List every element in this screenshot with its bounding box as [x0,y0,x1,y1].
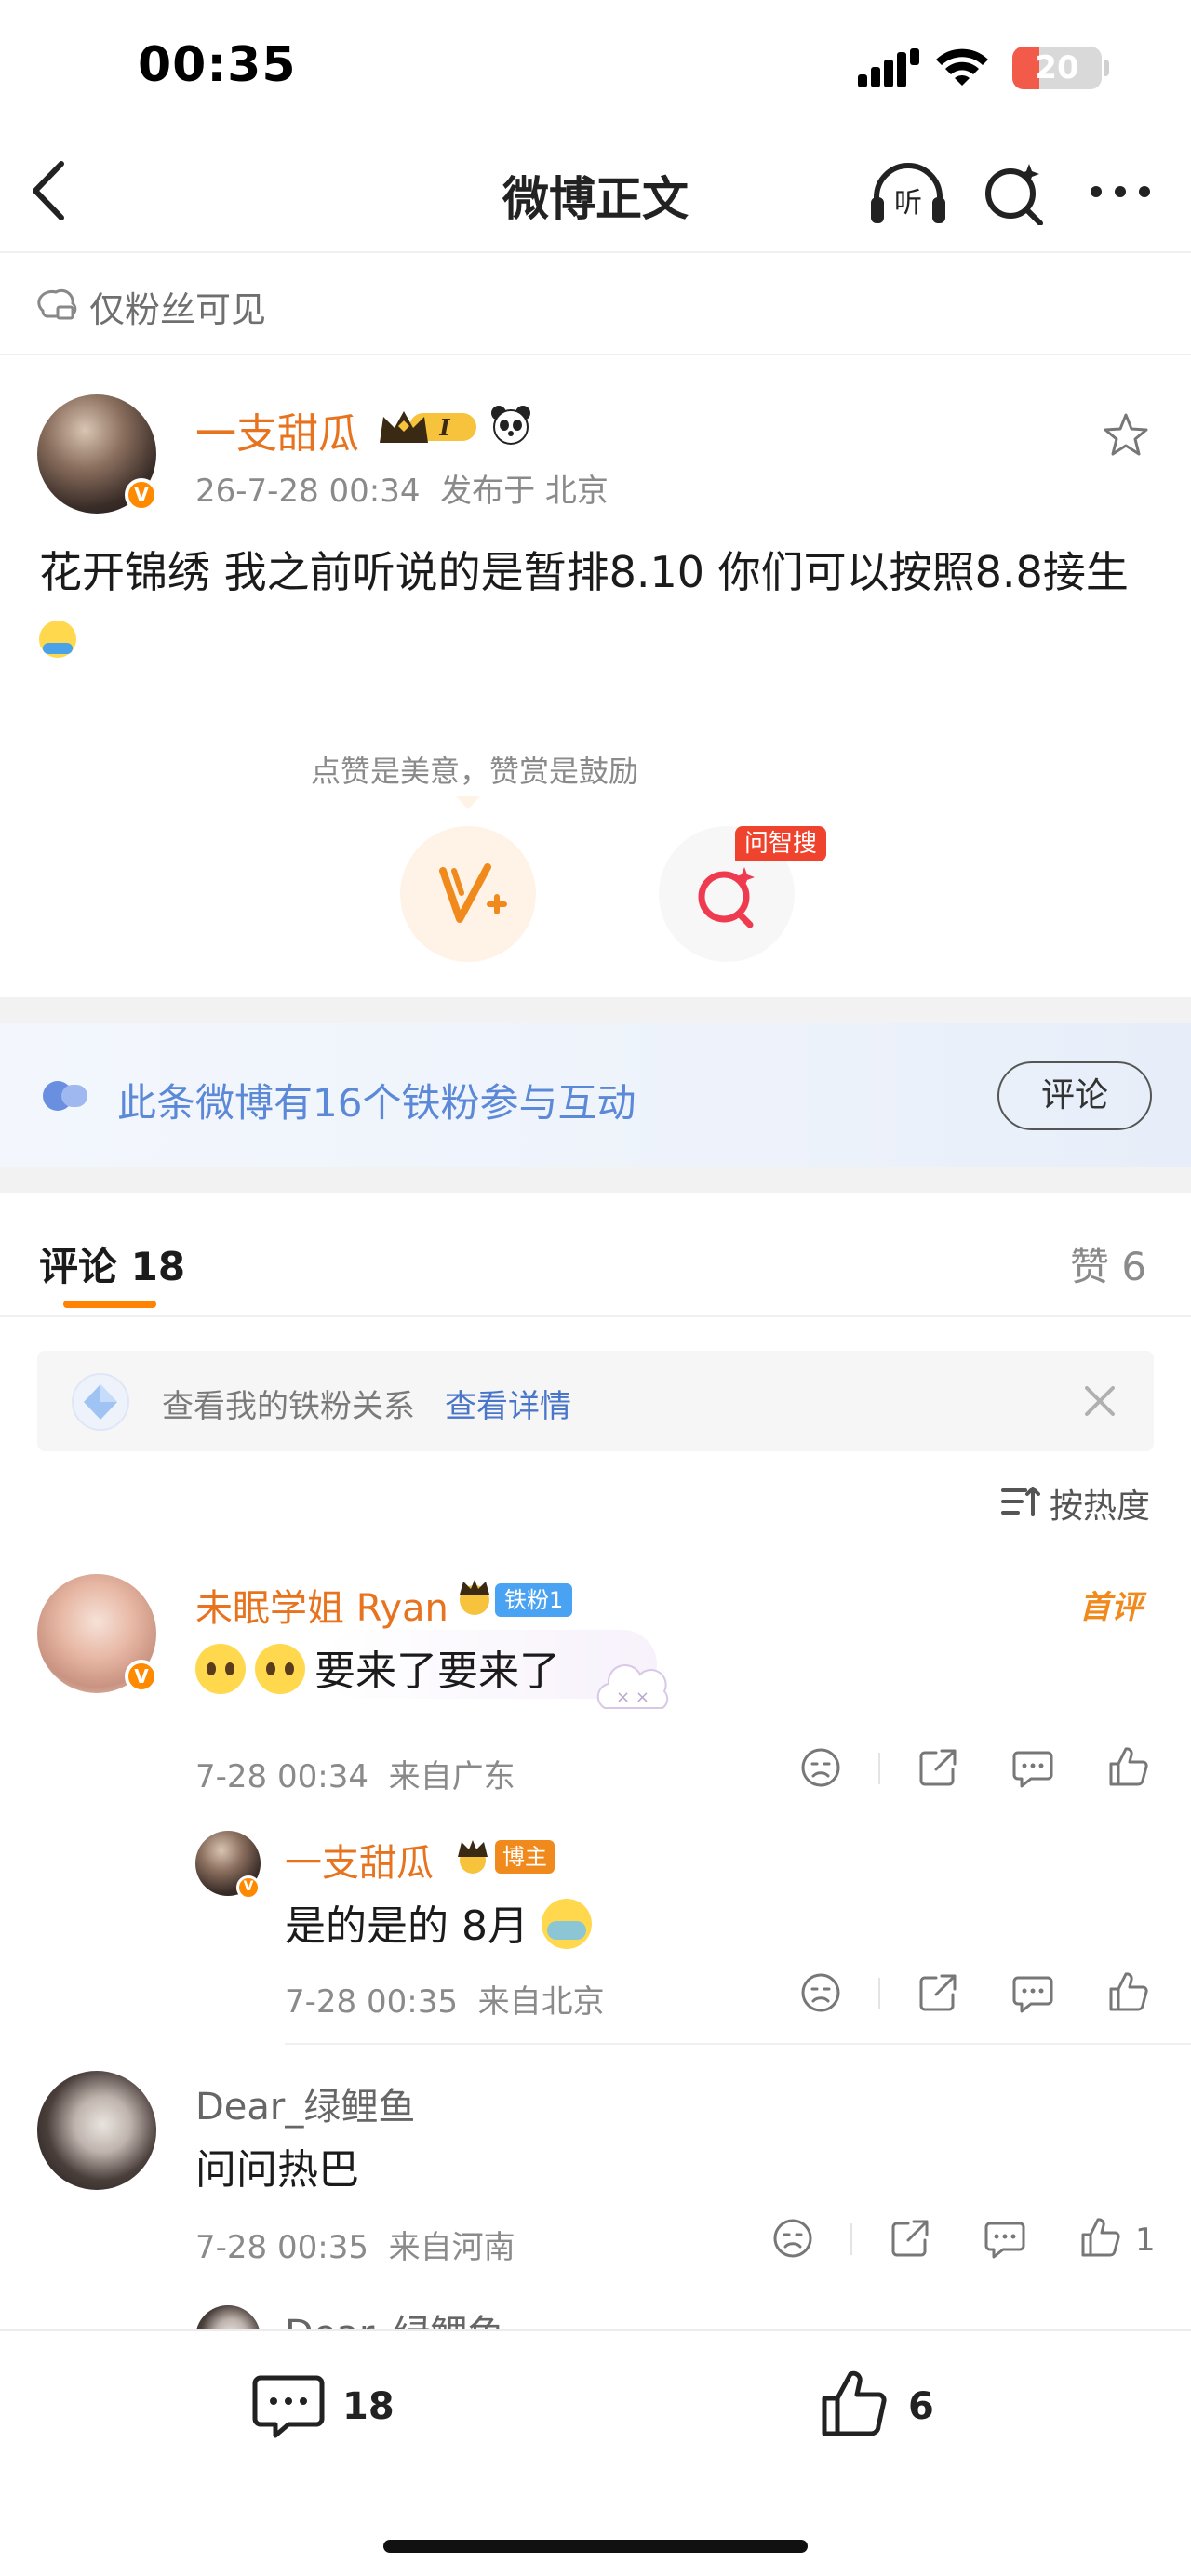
reward-button[interactable] [400,826,536,962]
pleading-emoji-icon [255,1644,305,1694]
cellular-signal-icon [858,48,919,87]
ask-search-badge: 问智搜 [735,826,827,861]
hug-emoji-icon [39,621,76,658]
comment-divider [285,2043,1191,2045]
member-crown-icon[interactable]: I [376,406,484,448]
author-name[interactable]: 一支甜瓜 [195,400,359,460]
banner-comment-button[interactable]: 评论 [997,1061,1152,1130]
comment-time: 7-28 00:35 [195,2229,368,2266]
share-icon[interactable] [916,1970,960,2015]
share-icon[interactable] [888,2216,932,2261]
like-thumb-icon[interactable] [1105,1745,1150,1790]
headphones-listen-icon[interactable]: 听 [869,160,947,227]
like-thumb-icon[interactable] [1105,1970,1150,2015]
tabs-divider [0,1315,1191,1317]
view-details-link[interactable]: 查看详情 [445,1381,571,1426]
comment-text: 问问热巴 [195,2146,359,2194]
status-time: 00:35 [138,37,297,93]
share-icon[interactable] [916,1745,960,1790]
tab-active-underline [63,1301,156,1308]
like-count[interactable]: 6 [908,2385,934,2428]
reply-comment-icon[interactable] [1010,1970,1055,2015]
reply-location: 来自北京 [477,1983,605,2021]
comment-icon[interactable] [251,2372,326,2441]
verified-badge-icon: V [125,1660,158,1693]
dislike-face-icon[interactable] [770,2216,815,2261]
action-separator [850,2223,852,2255]
fan-level-badge: 铁粉1 [495,1583,573,1617]
nav-divider [0,251,1191,253]
wifi-icon [936,48,988,86]
post-time: 26-7-28 00:34 [195,473,421,510]
post-text: 花开锦绣 我之前听说的是暂排8.10 你们可以按照8.8接生 [39,547,1129,597]
tab-likes[interactable]: 赞 6 [1070,1235,1146,1292]
comment-text-row: 要来了要来了 [195,1637,560,1697]
fan-diamond-icon [72,1373,129,1431]
sort-icon[interactable] [999,1481,1040,1522]
panda-icon [491,406,530,445]
reply-text-row: 是的是的 8月 [285,1892,592,1952]
pleading-emoji-icon [195,1644,246,1694]
crown-level-text: I [438,414,450,441]
svg-text:× ×: × × [616,1688,649,1707]
section-gap [0,1167,1191,1193]
more-options-icon[interactable] [1087,182,1154,201]
commenter-name[interactable]: Dear_绿鲤鱼 [195,2076,415,2130]
reply-text: 是的是的 8月 [285,1902,529,1950]
commenter-name[interactable]: 未眠学姐 Ryan [195,1578,448,1632]
svg-text:听: 听 [894,187,922,220]
bubble-cloud-icon: × × [596,1664,669,1709]
dislike-face-icon[interactable] [798,1745,843,1790]
first-comment-tag: 首评 [1079,1589,1143,1626]
post-location: 发布于 北京 [440,473,609,510]
reward-tip: 点赞是美意，赞赏是鼓励 [310,754,638,789]
comment-meta: 7-28 00:35 来自河南 [195,2222,515,2267]
ai-search-icon[interactable] [983,160,1044,225]
verified-badge-icon: V [236,1875,261,1900]
reply-meta: 7-28 00:35 来自北京 [285,1976,605,2022]
dislike-face-icon[interactable] [798,1970,843,2015]
reward-tip-arrow [456,796,480,809]
commenter-avatar[interactable] [37,2071,156,2190]
crying-emoji-icon [541,1899,592,1949]
action-separator [878,1753,880,1784]
fans-banner-text: 此条微博有16个铁粉参与互动 [117,1080,636,1126]
home-indicator [383,2540,808,2553]
battery-tip [1104,60,1109,76]
battery-icon: 20 [1012,47,1102,89]
reward-v-icon [439,863,507,923]
post-body: 花开锦绣 我之前听说的是暂排8.10 你们可以按照8.8接生 [39,540,1156,670]
action-separator [878,1978,880,2009]
comment-count[interactable]: 18 [342,2385,395,2428]
comment-time: 7-28 00:34 [195,1758,368,1795]
comment-location: 来自广东 [388,1758,515,1795]
comment-meta: 7-28 00:34 来自广东 [195,1751,515,1796]
like-icon[interactable] [819,2369,890,2439]
member-crown-small-icon [458,1840,488,1874]
visibility-divider [0,354,1191,355]
comment-like-count: 1 [1135,2222,1156,2259]
reply-time: 7-28 00:35 [285,1983,458,2021]
fans-only-lock-icon [37,288,77,320]
fans-interaction-icon [43,1081,87,1111]
reply-comment-icon[interactable] [983,2216,1027,2261]
tab-comments[interactable]: 评论 18 [39,1235,185,1292]
host-badge: 博主 [495,1840,555,1874]
member-crown-small-icon [460,1580,489,1615]
fan-relation-text: 查看我的铁粉关系 [162,1388,415,1425]
favorite-star-icon[interactable] [1102,411,1150,458]
reply-comment-icon[interactable] [1010,1745,1055,1790]
battery-level: 20 [1035,49,1079,87]
post-meta: 26-7-28 00:34 发布于 北京 [195,465,609,511]
reply-author-name[interactable]: 一支甜瓜 [285,1833,434,1887]
like-thumb-icon[interactable] [1077,2216,1122,2261]
comment-text: 要来了要来了 [314,1648,560,1695]
comment-location: 来自河南 [388,2229,515,2266]
sort-label[interactable]: 按热度 [1050,1479,1150,1528]
section-gap [0,997,1191,1023]
close-icon[interactable] [1081,1382,1118,1420]
verified-badge-icon: V [125,478,158,512]
visibility-label: 仅粉丝可见 [89,289,267,330]
